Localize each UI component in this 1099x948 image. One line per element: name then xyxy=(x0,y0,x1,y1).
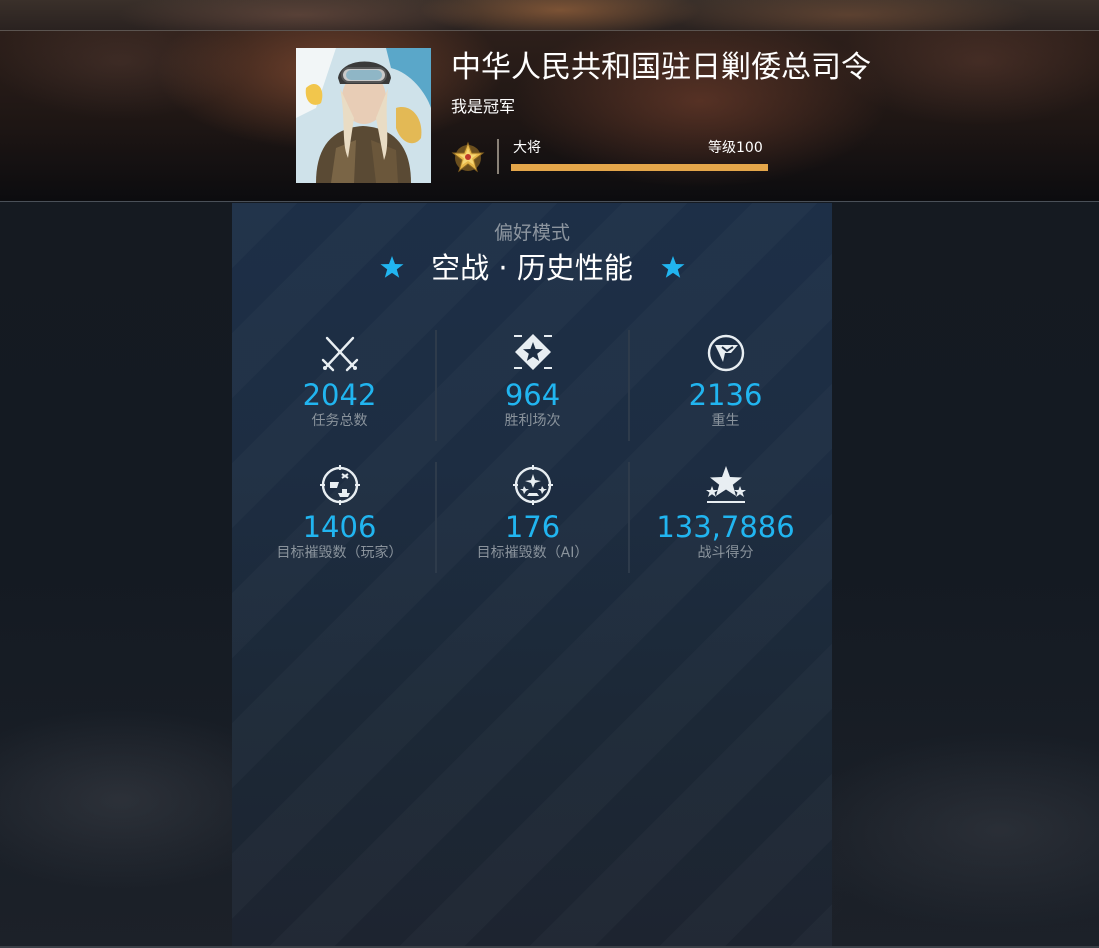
rank-divider xyxy=(497,139,499,174)
stat-label: 战斗得分 xyxy=(697,545,754,561)
crossed-swords-icon xyxy=(321,336,358,372)
respawn-flag-icon xyxy=(707,334,744,372)
stat-label: 目标摧毁数（AI） xyxy=(476,545,589,561)
stats-panel xyxy=(232,203,832,948)
stat-label: 目标摧毁数（玩家） xyxy=(276,545,403,561)
level-progress-fill xyxy=(511,164,768,171)
player-name: 中华人民共和国驻日剿倭总司令 xyxy=(451,50,871,85)
stat-targets-players: 1406 目标摧毁数（玩家） xyxy=(243,464,436,562)
target-planes-icon xyxy=(512,465,553,505)
stat-value: 2136 xyxy=(688,378,763,412)
stat-label: 任务总数 xyxy=(311,413,368,429)
stat-value: 1406 xyxy=(302,510,377,544)
mode-label: 偏好模式 xyxy=(493,222,570,244)
victory-star-icon xyxy=(513,334,552,370)
stat-targets-ai: 176 目标摧毁数（AI） xyxy=(436,464,629,562)
stat-victories: 964 胜利场次 xyxy=(436,332,629,430)
rank-level: 等级100 xyxy=(708,140,763,156)
player-subtitle: 我是冠军 xyxy=(451,97,516,116)
stat-value: 133,7886 xyxy=(656,510,795,544)
star-icon xyxy=(380,256,404,278)
star-icon xyxy=(661,256,685,278)
stat-missions: 2042 任务总数 xyxy=(243,332,436,430)
rank-badge-icon xyxy=(451,140,485,174)
score-stars-icon xyxy=(705,466,746,503)
player-avatar[interactable] xyxy=(296,48,431,183)
rank-name: 大将 xyxy=(513,140,541,156)
stat-respawns: 2136 重生 xyxy=(629,332,822,430)
stat-value: 964 xyxy=(504,378,561,412)
top-banner xyxy=(0,0,1099,31)
mode-title: 空战 · 历史性能 xyxy=(431,251,633,285)
stat-label: 重生 xyxy=(711,413,740,429)
stat-label: 胜利场次 xyxy=(504,413,561,429)
stat-battle-score: 133,7886 战斗得分 xyxy=(629,464,822,562)
target-ship-icon xyxy=(319,465,360,505)
stat-value: 2042 xyxy=(302,378,377,412)
stat-value: 176 xyxy=(504,510,561,544)
level-progress-bar xyxy=(511,164,768,171)
